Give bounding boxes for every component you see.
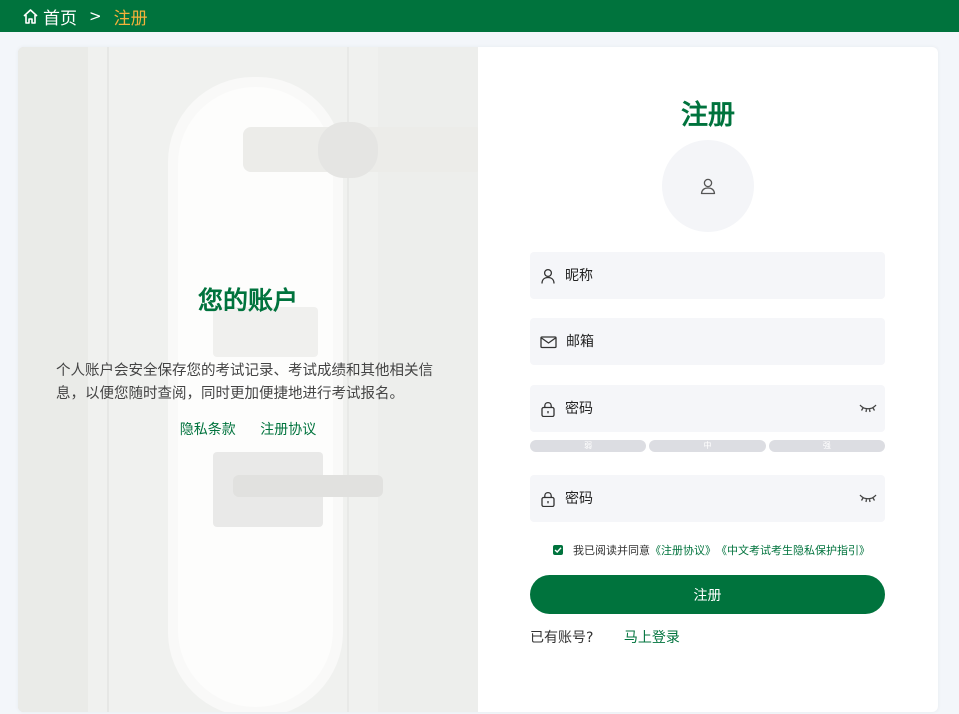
email-input[interactable] [564,332,848,351]
left-links: 隐私条款 注册协议 [18,419,478,439]
account-title: 您的账户 [197,286,298,315]
register-submit-button[interactable]: 注册 [530,575,885,614]
agreement-link[interactable]: 《注册协议》 [650,542,716,558]
strength-medium: 中 [649,440,766,452]
lock-icon [540,401,556,417]
password-field[interactable] [530,385,885,432]
nickname-field[interactable] [530,252,885,299]
avatar-upload[interactable] [662,140,754,232]
registration-agreement-link[interactable]: 注册协议 [260,422,316,438]
breadcrumb-current: 注册 [113,8,148,29]
breadcrumb-separator: > [89,7,102,25]
password-strength-meter: 弱 中 强 [530,440,885,452]
lock-icon [540,491,556,507]
login-link[interactable]: 马上登录 [624,630,680,646]
account-info-panel: 您的账户 个人账户会安全保存您的考试记录、考试成绩和其他相关信息，以便您随时查阅… [18,47,478,712]
account-description: 个人账户会安全保存您的考试记录、考试成绩和其他相关信息，以便您随时查阅，同时更加… [56,363,433,402]
has-account-text: 已有账号? [530,630,594,646]
agreement-checkbox[interactable] [553,545,563,555]
eye-closed-icon[interactable] [859,490,877,506]
eye-closed-icon[interactable] [859,400,877,416]
nickname-input[interactable] [563,266,847,285]
password-input[interactable] [563,399,847,418]
privacy-guide-link[interactable]: 《中文考试考生隐私保护指引》 [716,542,870,558]
top-breadcrumb-bar: 首页 > 注册 [0,0,959,32]
strength-weak: 弱 [530,440,647,452]
register-title: 注册 [681,100,735,131]
check-icon [554,547,562,553]
home-icon[interactable] [22,8,39,25]
user-icon [540,268,556,284]
login-prompt-row: 已有账号? 马上登录 [530,627,680,647]
register-card: 您的账户 个人账户会安全保存您的考试记录、考试成绩和其他相关信息，以便您随时查阅… [18,47,938,712]
mail-icon [540,334,557,350]
user-icon [700,178,716,195]
register-form-panel: 注册 昵称 邮箱 弱 中 强 我已阅读并同意 《注册协议》 《中文考试考生隐私保… [478,47,938,712]
strength-strong: 强 [768,440,885,452]
breadcrumb-home[interactable]: 首页 [43,4,77,29]
confirm-password-field[interactable] [530,475,885,522]
agreement-row: 我已阅读并同意 《注册协议》 《中文考试考生隐私保护指引》 [553,542,870,558]
email-field[interactable] [530,318,885,365]
confirm-password-input[interactable] [563,489,847,508]
privacy-terms-link[interactable]: 隐私条款 [180,422,236,438]
agreement-prefix: 我已阅读并同意 [573,544,650,557]
